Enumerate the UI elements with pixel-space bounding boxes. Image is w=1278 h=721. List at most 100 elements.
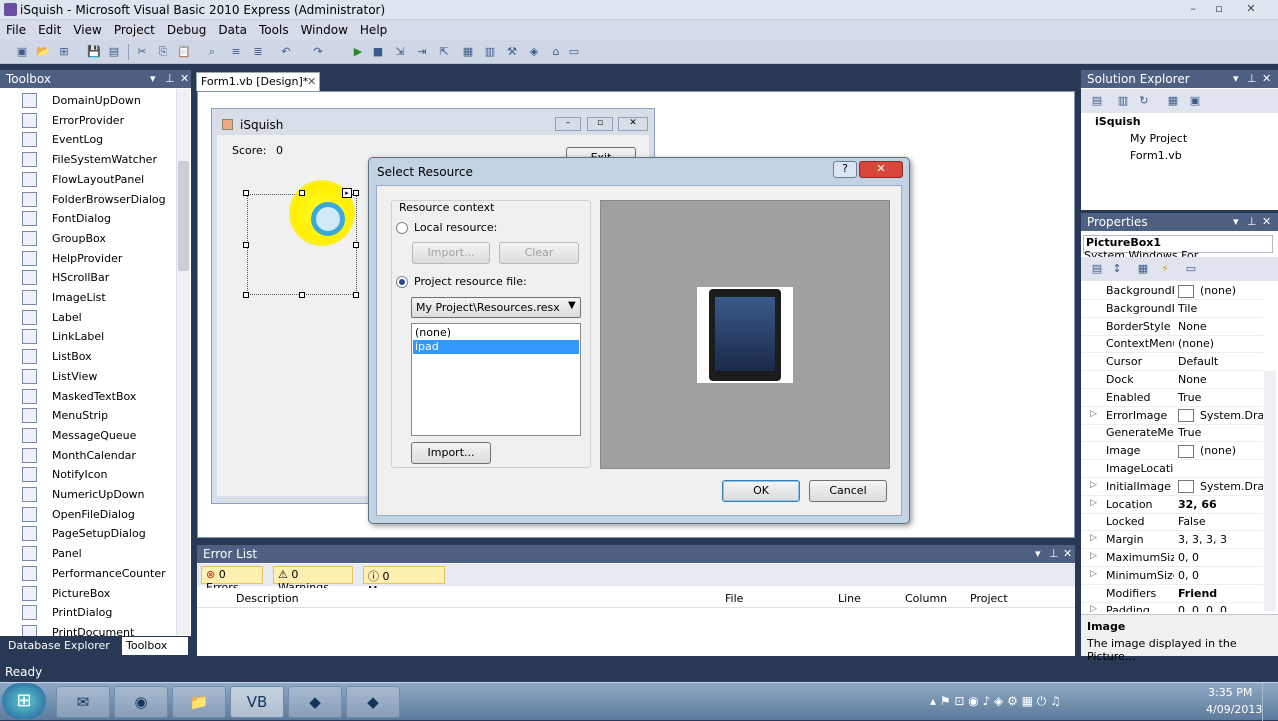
pin-icon[interactable]: ⊥ — [1049, 547, 1059, 560]
import-button[interactable]: Import... — [411, 442, 491, 464]
chrome-taskbar-icon[interactable]: ◉ — [114, 686, 168, 718]
property-value[interactable]: Tile — [1178, 302, 1263, 315]
toolbox-item[interactable]: ListView — [22, 367, 172, 386]
property-value[interactable]: Default — [1178, 355, 1263, 368]
property-value[interactable]: (none) — [1178, 444, 1263, 458]
menu-window[interactable]: Window — [295, 20, 354, 37]
property-row[interactable]: ▷ Margin 3, 3, 3, 3 — [1081, 531, 1263, 550]
property-row[interactable]: Enabled True — [1081, 389, 1263, 407]
property-row[interactable]: Modifiers Friend — [1081, 585, 1263, 603]
close-icon[interactable]: ✕ — [1063, 547, 1072, 560]
tab-database-explorer[interactable]: Database Explorer — [8, 639, 110, 652]
project-resource-label[interactable]: Project resource file: — [414, 275, 527, 288]
menu-debug[interactable]: Debug — [161, 20, 212, 37]
property-value[interactable]: None — [1178, 373, 1263, 386]
toolbox-item[interactable]: FileSystemWatcher — [22, 150, 172, 169]
pin-icon[interactable]: ⊥ — [165, 72, 175, 85]
property-row[interactable]: GenerateMem True — [1081, 424, 1263, 443]
categorized-icon[interactable]: ▤ — [1089, 261, 1105, 277]
toolbox-icon[interactable]: ⚒ — [504, 44, 520, 60]
col-project[interactable]: Project — [970, 592, 1008, 605]
dialog-close-button[interactable]: ✕ — [859, 161, 903, 178]
toolbox-item[interactable]: DomainUpDown — [22, 91, 172, 110]
extension-icon[interactable]: ▭ — [566, 44, 582, 60]
property-row[interactable]: ▷ Padding 0, 0, 0, 0 — [1081, 602, 1263, 612]
project-resource-radio[interactable] — [396, 276, 408, 288]
property-value[interactable]: 0, 0, 0, 0 — [1178, 604, 1263, 612]
new-project-icon[interactable]: ▣ — [14, 44, 30, 60]
save-icon[interactable]: 💾 — [86, 44, 102, 60]
property-row[interactable]: ▷ ErrorImage System.Dra — [1081, 407, 1263, 425]
solution-explorer-icon[interactable]: ▦ — [460, 44, 476, 60]
app-taskbar-icon-1[interactable]: ◆ — [288, 686, 342, 718]
property-row[interactable]: ▷ Location 32, 66 — [1081, 496, 1263, 514]
cancel-button[interactable]: Cancel — [809, 480, 887, 502]
copy-icon[interactable]: ⎘ — [155, 44, 171, 60]
dropdown-icon[interactable]: ▾ — [150, 72, 156, 85]
toolbox-item[interactable]: GroupBox — [22, 229, 172, 248]
local-resource-label[interactable]: Local resource: — [414, 221, 497, 234]
property-row[interactable]: ▷ MinimumSize 0, 0 — [1081, 567, 1263, 585]
col-line[interactable]: Line — [838, 592, 861, 605]
property-row[interactable]: BackgroundIr Tile — [1081, 300, 1263, 318]
property-value[interactable]: True — [1178, 426, 1263, 439]
toolbox-item[interactable]: MonthCalendar — [22, 446, 172, 465]
toolbox-item[interactable]: PrintDialog — [22, 603, 172, 622]
help-button[interactable]: ? — [833, 161, 857, 178]
tray-icons[interactable]: ▴ ⚑ ⊡ ◉ ♪ ◈ ⚙ ▦ ⏻ ♫ — [930, 694, 1061, 709]
toolbox-item[interactable]: Panel — [22, 544, 172, 563]
property-row[interactable]: Locked False — [1081, 513, 1263, 532]
minimize-button[interactable]: – — [1180, 1, 1206, 17]
warnings-filter-button[interactable]: ⚠ 0 Warnings — [273, 566, 353, 594]
property-value[interactable]: None — [1178, 320, 1263, 333]
resource-item-ipad[interactable]: ipad — [413, 340, 579, 354]
property-value[interactable]: 0, 0 — [1178, 569, 1263, 582]
step-over-icon[interactable]: ⇥ — [414, 44, 430, 60]
expand-icon[interactable]: ▷ — [1090, 409, 1097, 419]
errors-filter-button[interactable]: ⊗ 0 Errors — [201, 566, 263, 594]
app-taskbar-icon-2[interactable]: ◆ — [346, 686, 400, 718]
col-column[interactable]: Column — [905, 592, 947, 605]
expand-icon[interactable]: ▷ — [1090, 551, 1097, 561]
alphabetical-icon[interactable]: ↕ — [1109, 261, 1125, 277]
toolbox-item[interactable]: NotifyIcon — [22, 465, 172, 484]
expand-icon[interactable]: ▷ — [1090, 480, 1097, 490]
events-icon[interactable]: ⚡ — [1157, 261, 1173, 277]
close-tab-icon[interactable]: ✕ — [307, 75, 316, 88]
property-row[interactable]: BorderStyle None — [1081, 318, 1263, 336]
toolbox-item[interactable]: OpenFileDialog — [22, 505, 172, 524]
property-value[interactable]: (none) — [1178, 337, 1263, 350]
menu-help[interactable]: Help — [354, 20, 393, 37]
toolbox-item[interactable]: ErrorProvider — [22, 111, 172, 130]
property-value[interactable]: System.Dra — [1178, 480, 1263, 494]
toolbox-item[interactable]: FlowLayoutPanel — [22, 170, 172, 189]
import-local-button[interactable]: Import... — [412, 242, 490, 264]
close-button[interactable]: ✕ — [1238, 1, 1264, 17]
show-all-files-icon[interactable]: ▥ — [1115, 93, 1131, 109]
toolbox-item[interactable]: FontDialog — [22, 209, 172, 228]
explorer-taskbar-icon[interactable]: 📁 — [172, 686, 226, 718]
comment-icon[interactable]: ≡ — [228, 44, 244, 60]
messages-filter-button[interactable]: ⓘ 0 Messages — [363, 566, 445, 597]
dropdown-icon[interactable]: ▾ — [1035, 547, 1041, 560]
toolbox-item[interactable]: MaskedTextBox — [22, 387, 172, 406]
visual-basic-taskbar-icon[interactable]: VB — [230, 686, 284, 718]
refresh-icon[interactable]: ↻ — [1136, 93, 1152, 109]
menu-data[interactable]: Data — [212, 20, 253, 37]
property-value[interactable]: Friend — [1178, 587, 1263, 600]
properties-view-icon[interactable]: ▦ — [1135, 261, 1151, 277]
tab-toolbox[interactable]: Toolbox — [122, 637, 188, 655]
toolbox-item[interactable]: NumericUpDown — [22, 485, 172, 504]
expand-icon[interactable]: ▷ — [1090, 569, 1097, 579]
property-value[interactable]: False — [1178, 515, 1263, 528]
cut-icon[interactable]: ✂ — [134, 44, 150, 60]
toolbox-scrollbar[interactable] — [176, 89, 190, 635]
toolbox-item[interactable]: FolderBrowserDialog — [22, 190, 172, 209]
step-out-icon[interactable]: ⇱ — [436, 44, 452, 60]
toolbox-item[interactable]: MenuStrip — [22, 406, 172, 425]
toolbox-item[interactable]: PictureBox — [22, 584, 172, 603]
save-all-icon[interactable]: ▤ — [106, 44, 122, 60]
object-browser-icon[interactable]: ◈ — [526, 44, 542, 60]
toolbox-item[interactable]: HScrollBar — [22, 268, 172, 287]
property-row[interactable]: ▷ InitialImage System.Dra — [1081, 478, 1263, 496]
